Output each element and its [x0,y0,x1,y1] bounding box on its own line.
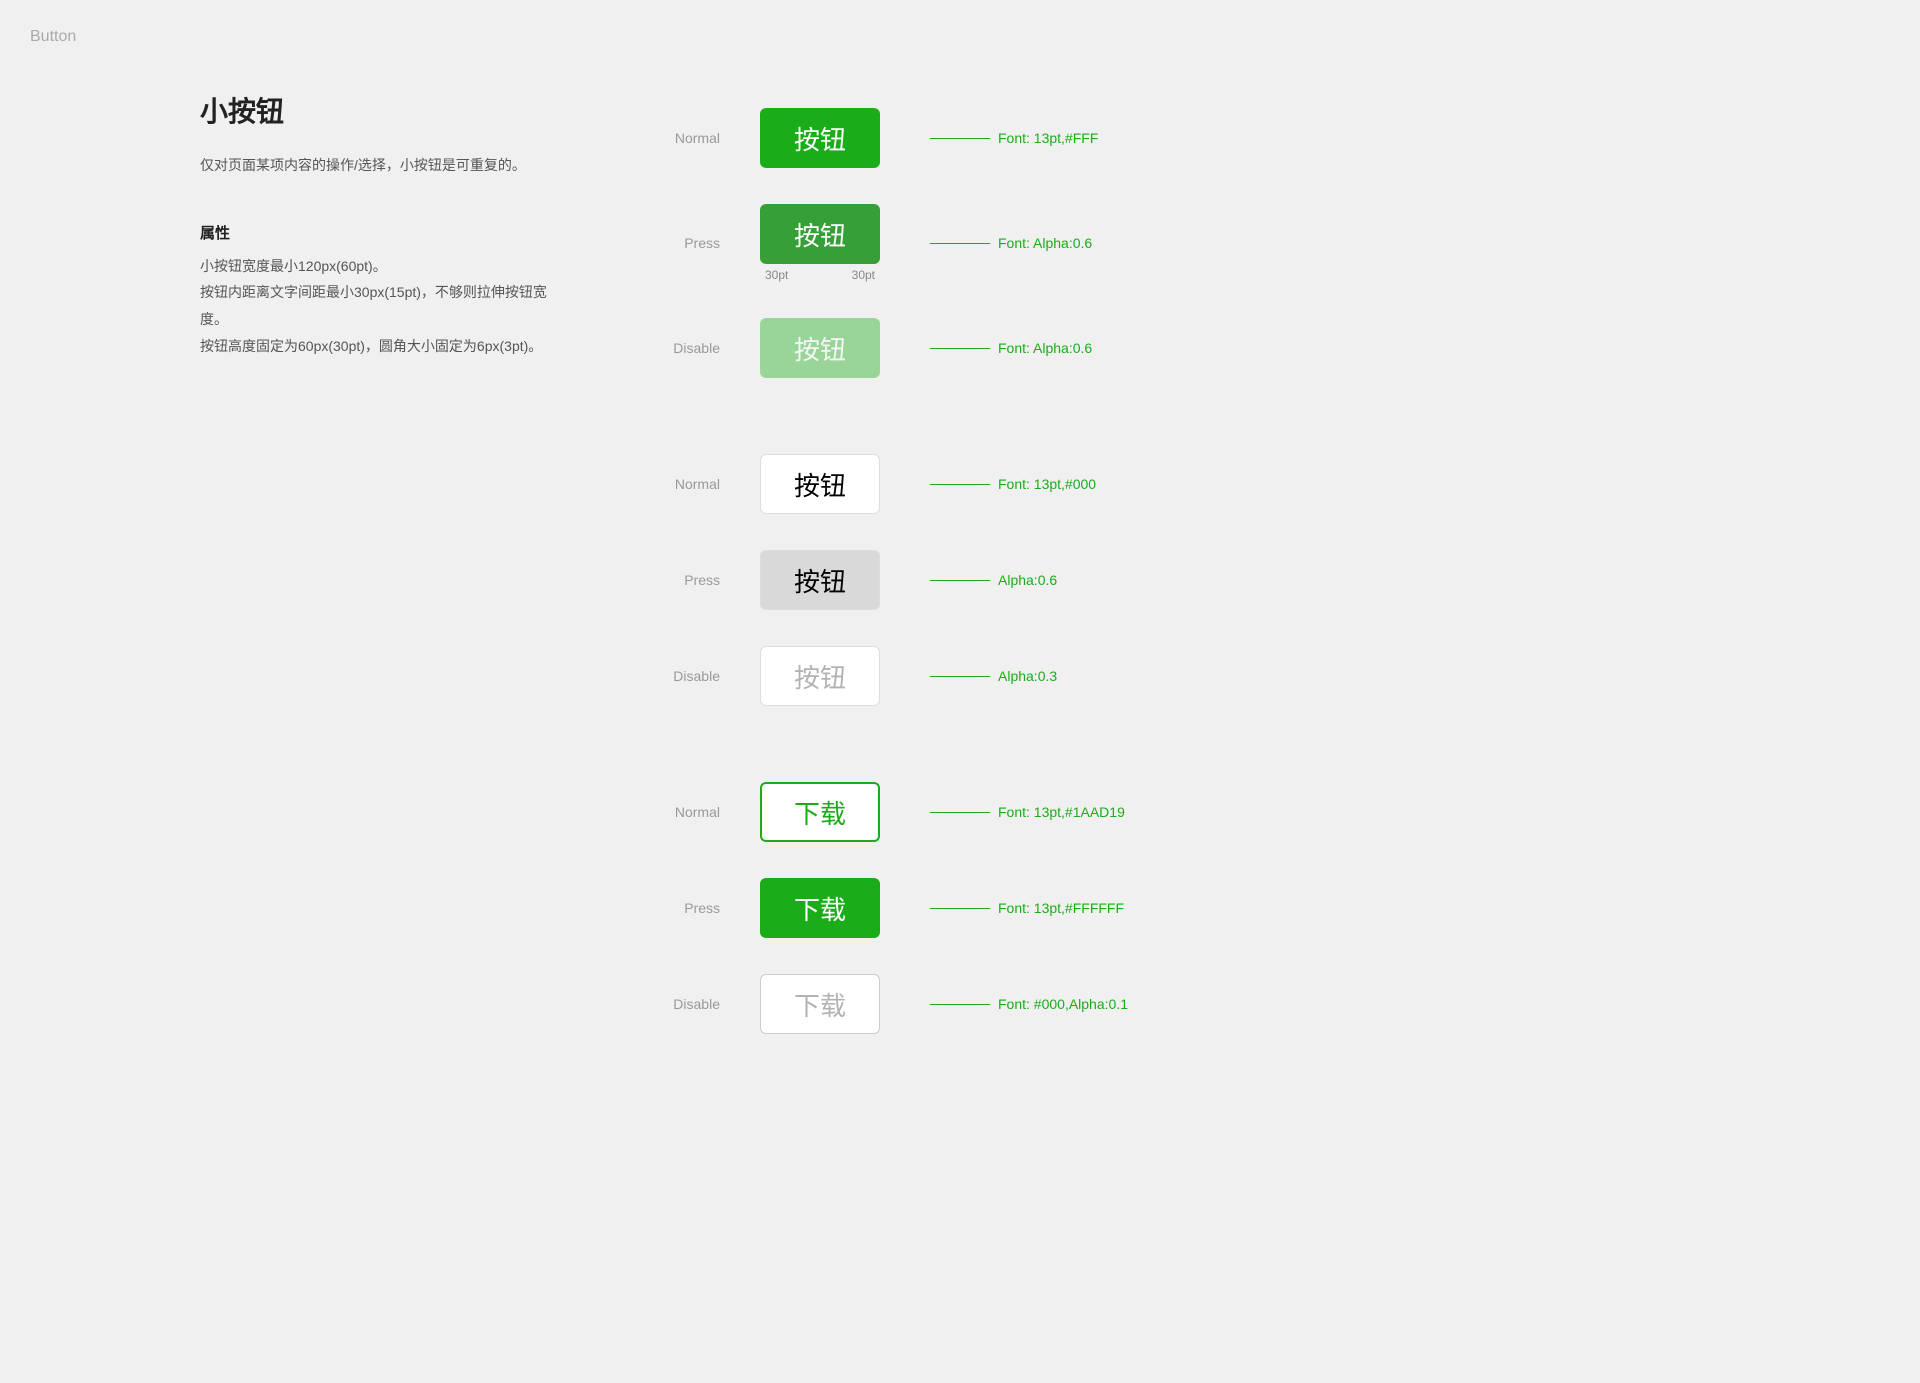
annotation-text: Font: #000,Alpha:0.1 [998,996,1128,1012]
button-row-solid-disable: Disable 按钮 Font: Alpha:0.6 [640,300,1920,396]
attr-title: 属性 [200,222,560,243]
btn-wrapper: 按钮 [760,646,880,706]
attr-list: 小按钮宽度最小120px(60pt)。 按钮内距离文字间距最小30px(15pt… [200,253,560,359]
section-title: 小按钮 [200,90,560,130]
button-row-outline-normal: Normal 下载 Font: 13pt,#1AAD19 [640,764,1920,860]
annotation-outline-press: Font: 13pt,#FFFFFF [930,900,1124,916]
annotation-text: Font: Alpha:0.6 [998,340,1092,356]
btn-wrapper: 按钮 [760,108,880,168]
btn-solid-normal[interactable]: 按钮 [760,108,880,168]
attr-line-2: 按钮内距离文字间距最小30px(15pt)，不够则拉伸按钮宽度。 [200,279,560,332]
button-group-solid: Normal 按钮 Font: 13pt,#FFF Press 按钮 30pt … [640,90,1920,396]
annotation-solid-disable: Font: Alpha:0.6 [930,340,1092,356]
btn-wrapper: 按钮 [760,318,880,378]
state-label: Normal [640,476,720,492]
state-label: Press [640,572,720,588]
annotation-white-normal: Font: 13pt,#000 [930,476,1096,492]
state-label: Press [640,900,720,916]
btn-outline-press[interactable]: 下载 [760,878,880,938]
button-row-solid-press: Press 按钮 30pt 30pt Font: Alpha:0.6 [640,186,1920,300]
right-panel: Normal 按钮 Font: 13pt,#FFF Press 按钮 30pt … [640,80,1920,1062]
button-group-outline: Normal 下载 Font: 13pt,#1AAD19 Press 下载 Fo… [640,764,1920,1052]
btn-solid-press[interactable]: 按钮 [760,204,880,264]
annotation-text: Alpha:0.6 [998,572,1057,588]
button-row-white-normal: Normal 按钮 Font: 13pt,#000 [640,436,1920,532]
state-label: Press [640,235,720,251]
button-group-white: Normal 按钮 Font: 13pt,#000 Press 按钮 Alpha… [640,436,1920,724]
annotation-line [930,676,990,677]
section-desc: 仅对页面某项内容的操作/选择，小按钮是可重复的。 [200,154,560,178]
page-title: Button [30,28,76,46]
button-row-white-press: Press 按钮 Alpha:0.6 [640,532,1920,628]
pt-labels: 30pt 30pt [760,268,880,282]
btn-outline-normal[interactable]: 下载 [760,782,880,842]
annotation-line [930,348,990,349]
annotation-text: Font: 13pt,#FFFFFF [998,900,1124,916]
btn-white-press[interactable]: 按钮 [760,550,880,610]
annotation-text: Font: 13pt,#000 [998,476,1096,492]
button-row-solid-normal: Normal 按钮 Font: 13pt,#FFF [640,90,1920,186]
annotation-text: Alpha:0.3 [998,668,1057,684]
btn-wrapper: 按钮 [760,550,880,610]
annotation-line [930,908,990,909]
btn-wrapper: 下载 [760,782,880,842]
annotation-text: Font: 13pt,#1AAD19 [998,804,1125,820]
annotation-outline-normal: Font: 13pt,#1AAD19 [930,804,1125,820]
btn-wrapper: 下载 [760,878,880,938]
pt-left: 30pt [765,268,788,282]
attr-line-1: 小按钮宽度最小120px(60pt)。 [200,253,560,280]
pt-right: 30pt [852,268,875,282]
btn-white-disable: 按钮 [760,646,880,706]
btn-wrapper: 按钮 [760,454,880,514]
annotation-line [930,580,990,581]
state-label: Disable [640,340,720,356]
annotation-text: Font: 13pt,#FFF [998,130,1098,146]
btn-white-normal[interactable]: 按钮 [760,454,880,514]
btn-wrapper: 按钮 30pt 30pt [760,204,880,282]
state-label: Disable [640,668,720,684]
attr-line-3: 按钮高度固定为60px(30pt)，圆角大小固定为6px(3pt)。 [200,333,560,360]
state-label: Normal [640,804,720,820]
btn-wrapper: 下载 [760,974,880,1034]
annotation-line [930,243,990,244]
state-label: Normal [640,130,720,146]
state-label: Disable [640,996,720,1012]
annotation-solid-press: Font: Alpha:0.6 [930,235,1092,251]
annotation-solid-normal: Font: 13pt,#FFF [930,130,1098,146]
button-row-white-disable: Disable 按钮 Alpha:0.3 [640,628,1920,724]
button-row-outline-disable: Disable 下载 Font: #000,Alpha:0.1 [640,956,1920,1052]
annotation-line [930,138,990,139]
annotation-white-press: Alpha:0.6 [930,572,1057,588]
annotation-line [930,1004,990,1005]
button-row-outline-press: Press 下载 Font: 13pt,#FFFFFF [640,860,1920,956]
annotation-white-disable: Alpha:0.3 [930,668,1057,684]
annotation-line [930,812,990,813]
btn-solid-disable: 按钮 [760,318,880,378]
annotation-outline-disable: Font: #000,Alpha:0.1 [930,996,1128,1012]
left-panel: 小按钮 仅对页面某项内容的操作/选择，小按钮是可重复的。 属性 小按钮宽度最小1… [200,80,560,1062]
annotation-line [930,484,990,485]
btn-outline-disable: 下载 [760,974,880,1034]
annotation-text: Font: Alpha:0.6 [998,235,1092,251]
